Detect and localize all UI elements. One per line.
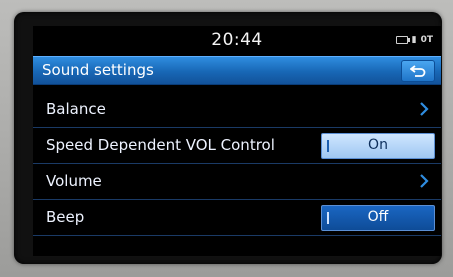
back-button[interactable]	[401, 60, 435, 82]
page-title: Sound settings	[42, 61, 154, 79]
toggle-value: Off	[367, 209, 389, 225]
status-bar: 20:44 ▮ 0T	[33, 26, 441, 56]
beep-toggle[interactable]: Off	[321, 205, 435, 231]
chevron-right-icon	[420, 102, 429, 116]
menu-item-label: Speed Dependent VOL Control	[46, 136, 275, 154]
speed-dependent-vol-toggle[interactable]: On	[321, 133, 435, 159]
signal-icon: ▮	[411, 35, 417, 45]
sound-settings-list: Balance Speed Dependent VOL Control On V…	[33, 92, 441, 236]
menu-item-label: Beep	[46, 208, 85, 226]
title-bar: Sound settings	[33, 56, 441, 85]
menu-item-balance[interactable]: Balance	[33, 92, 441, 128]
status-indicators: ▮ 0T	[395, 35, 433, 45]
menu-item-volume[interactable]: Volume	[33, 164, 441, 200]
menu-item-speed-dependent-vol[interactable]: Speed Dependent VOL Control On	[33, 128, 441, 164]
menu-item-label: Volume	[46, 172, 102, 190]
head-unit-screen: 20:44 ▮ 0T Sound settings Balance Speed …	[33, 26, 441, 256]
menu-item-beep[interactable]: Beep Off	[33, 200, 441, 236]
bluetooth-status-icon: 0T	[420, 35, 433, 45]
clock: 20:44	[211, 30, 263, 50]
chevron-right-icon	[420, 174, 429, 188]
menu-item-label: Balance	[46, 100, 106, 118]
back-arrow-icon	[409, 65, 426, 77]
battery-icon	[395, 36, 410, 44]
toggle-value: On	[368, 137, 388, 153]
